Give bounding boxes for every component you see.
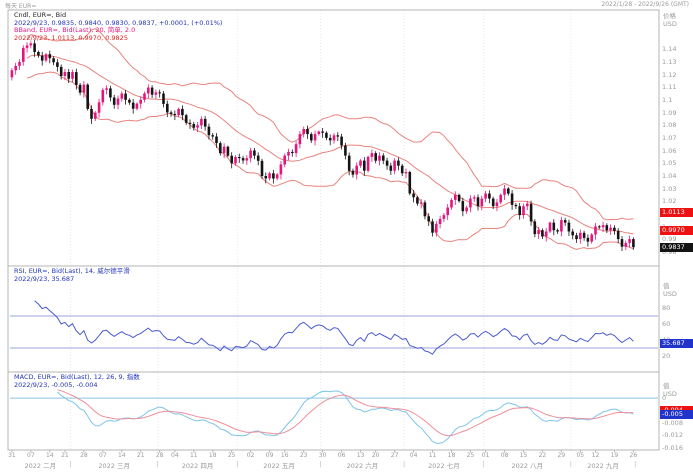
chart-canvas[interactable] xyxy=(0,0,693,474)
price-panel-legend: Cndl, EUR=, Bid 2022/9/23, 0.9835, 0.984… xyxy=(14,11,222,42)
macd-axis-unit: USD xyxy=(663,389,677,398)
chart-window: 每天 EUR= 2022/1/28 - 2022/9/26 (GMT) Cndl… xyxy=(0,0,693,474)
macd-panel-legend: MACD, EUR=, Bid(Last), 12, 26, 9, 指数 202… xyxy=(14,373,140,389)
macd-values: 2022/9/23, -0.005, -0.004 xyxy=(14,380,98,389)
rsi-panel-legend: RSI, EUR=, Bid(Last), 14, 威尔德平滑 2022/9/2… xyxy=(14,267,130,283)
rsi-value: 2022/9/23, 35.687 xyxy=(14,274,75,283)
rsi-axis-unit: USD xyxy=(663,289,677,298)
price-axis-unit: USD xyxy=(663,19,677,28)
price-axis-header: 价格 USD xyxy=(663,12,677,28)
bband-values: 2022/9/23, 1.0113, 0.9970, 0.9825 xyxy=(14,33,128,42)
macd-axis-header: 值 USD xyxy=(663,382,677,398)
rsi-axis-header: 值 USD xyxy=(663,282,677,298)
